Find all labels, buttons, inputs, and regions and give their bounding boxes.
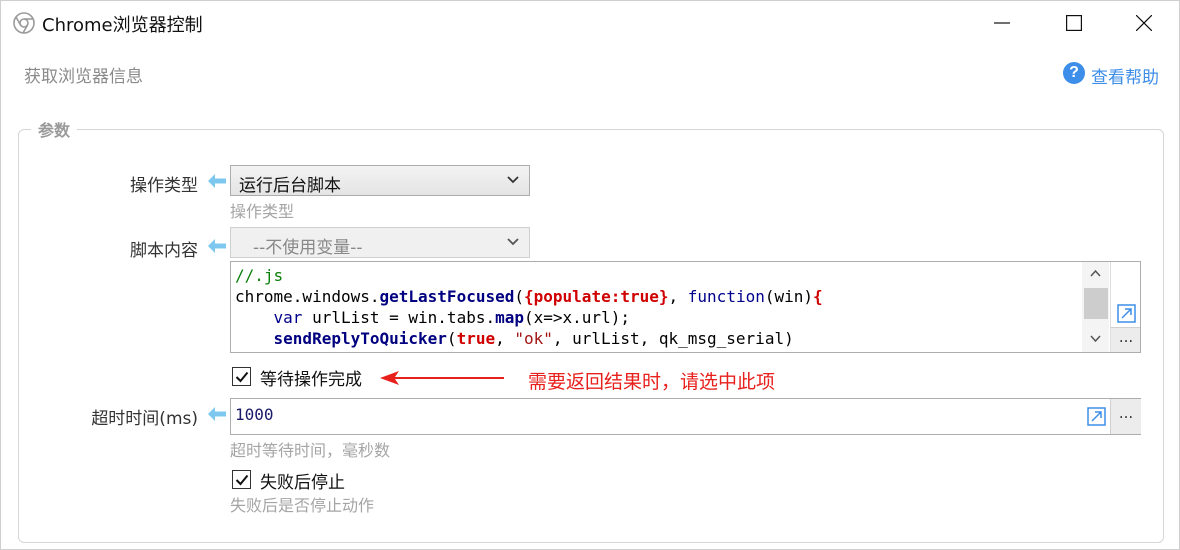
stop-on-fail-label: 失败后停止 bbox=[260, 473, 345, 493]
timeout-value[interactable]: 1000 bbox=[235, 405, 274, 424]
help-label: 查看帮助 bbox=[1091, 68, 1159, 88]
arrow-left-icon bbox=[208, 407, 226, 421]
script-editor[interactable]: //.js chrome.windows.getLastFocused({pop… bbox=[230, 261, 1141, 353]
chevron-down-icon[interactable] bbox=[1090, 335, 1101, 343]
chrome-icon bbox=[13, 12, 35, 34]
editor-side-tools: ... bbox=[1110, 262, 1140, 352]
close-icon bbox=[1136, 15, 1152, 31]
chevron-down-icon bbox=[507, 176, 519, 184]
maximize-button[interactable] bbox=[1047, 1, 1101, 45]
code-line-3: var urlList = win.tabs.map(x=>x.url); bbox=[273, 308, 630, 327]
script-more-button[interactable]: ... bbox=[1111, 327, 1140, 352]
help-icon: ? bbox=[1063, 62, 1085, 84]
variable-select-value: --不使用变量-- bbox=[253, 238, 363, 258]
window-title: Chrome浏览器控制 bbox=[42, 15, 203, 36]
params-legend: 参数 bbox=[31, 117, 78, 141]
wait-checkbox[interactable] bbox=[232, 367, 251, 386]
operation-select[interactable]: 运行后台脚本 bbox=[230, 165, 530, 196]
arrow-left-icon bbox=[208, 239, 226, 253]
timeout-label: 超时时间(ms) bbox=[91, 409, 198, 429]
expand-input-icon[interactable] bbox=[1087, 407, 1106, 426]
chevron-up-icon[interactable] bbox=[1090, 269, 1101, 277]
checkmark-icon bbox=[235, 474, 249, 486]
scrollbar-thumb[interactable] bbox=[1084, 288, 1108, 319]
minimize-button[interactable] bbox=[975, 1, 1029, 45]
timeout-input[interactable]: 1000 ... bbox=[230, 398, 1141, 435]
annotation-text: 需要返回结果时，请选中此项 bbox=[528, 371, 776, 393]
code-line-1: //.js bbox=[235, 266, 284, 285]
wait-label: 等待操作完成 bbox=[260, 370, 362, 390]
annotation-arrow-icon bbox=[380, 371, 504, 385]
arrow-left-icon bbox=[208, 174, 226, 188]
operation-hint: 操作类型 bbox=[230, 202, 295, 221]
maximize-icon bbox=[1066, 15, 1082, 31]
stop-on-fail-hint: 失败后是否停止动作 bbox=[230, 496, 375, 515]
dialog-window: Chrome浏览器控制 获取浏览器信息 ? 查看帮助 参数 操作类型 运行后台脚… bbox=[0, 0, 1180, 550]
chevron-down-icon bbox=[507, 238, 519, 246]
timeout-hint: 超时等待时间，毫秒数 bbox=[230, 441, 391, 460]
checkmark-icon bbox=[235, 371, 249, 383]
script-code[interactable]: //.js chrome.windows.getLastFocused({pop… bbox=[235, 265, 823, 349]
minimize-icon bbox=[994, 22, 1010, 24]
code-line-4: sendReplyToQuicker(true, "ok", urlList, … bbox=[273, 329, 794, 348]
operation-label: 操作类型 bbox=[130, 176, 198, 196]
code-line-2: chrome.windows.getLastFocused({populate:… bbox=[235, 287, 823, 306]
timeout-more-button[interactable]: ... bbox=[1110, 399, 1141, 434]
editor-scrollbar[interactable] bbox=[1082, 262, 1109, 352]
operation-select-value: 运行后台脚本 bbox=[239, 176, 341, 196]
title-bar: Chrome浏览器控制 bbox=[1, 1, 1179, 45]
variable-select[interactable]: --不使用变量-- bbox=[230, 227, 530, 258]
page-subtitle: 获取浏览器信息 bbox=[24, 67, 143, 87]
stop-on-fail-checkbox[interactable] bbox=[232, 470, 251, 489]
expand-editor-icon[interactable] bbox=[1117, 304, 1136, 323]
close-button[interactable] bbox=[1117, 1, 1171, 45]
script-label: 脚本内容 bbox=[130, 241, 198, 261]
